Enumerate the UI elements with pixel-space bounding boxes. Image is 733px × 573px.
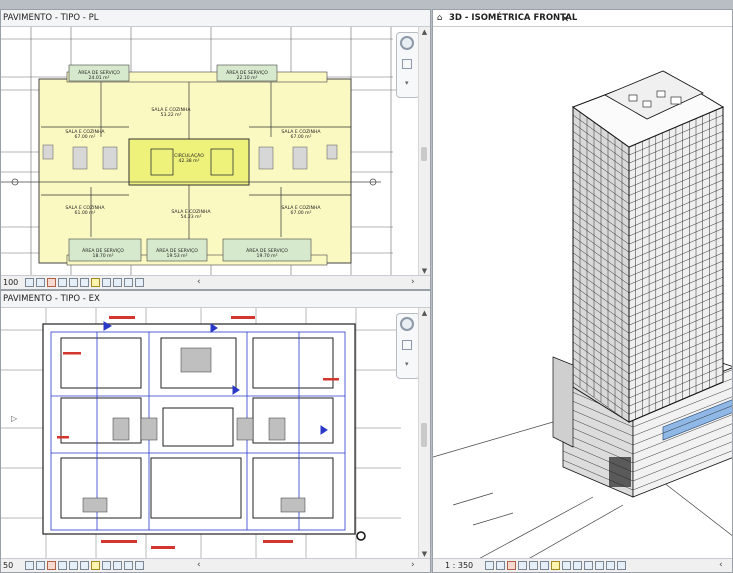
room-area-label: 61.00 m² [75,210,96,216]
room-area-label: 19.70 m² [257,253,278,259]
detail-level-icon[interactable] [25,278,34,287]
analytical-model-icon[interactable] [113,278,122,287]
view-tab[interactable]: PAVIMENTO - TIPO - EX [1,291,430,308]
crop-view-icon[interactable] [69,561,78,570]
scroll-up-icon[interactable]: ▲ [419,308,430,318]
scroll-right-icon[interactable]: › [411,559,415,572]
view-title: PAVIMENTO - TIPO - PL [3,13,99,23]
navigation-bar[interactable]: ▾ [396,32,420,98]
room-name-label: CIRCULAÇÃO [174,152,204,159]
visual-style-icon[interactable] [36,278,45,287]
executive-plan-drawing: ▷ [1,308,401,559]
view-pavimento-ex[interactable]: PAVIMENTO - TIPO - EX ▷ ▾ ▲ ▼ 50 ‹ › [0,290,431,573]
temporary-hide-icon[interactable] [91,278,100,287]
chevron-down-icon[interactable]: ▾ [405,360,409,368]
view-control-bar: 1 : 350 ‹ [433,558,732,572]
plan-canvas[interactable]: ▷ [1,308,418,559]
room-area-label: 53.22 m² [161,112,182,118]
steering-wheel-icon[interactable] [400,36,414,50]
constraints-icon[interactable] [135,561,144,570]
temporary-hide-icon[interactable] [91,561,100,570]
view-tab[interactable]: PAVIMENTO - TIPO - PL [1,10,430,27]
analytical-model-icon[interactable] [113,561,122,570]
view-control-icons [25,561,146,570]
highlight-displacement-icon[interactable] [124,561,133,570]
scroll-up-icon[interactable]: ▲ [419,27,430,37]
view-title: 3D - ISOMÉTRICA FRONTAL [449,13,578,23]
vertical-scrollbar[interactable]: ▲ ▼ [418,27,430,276]
shadows-icon[interactable] [518,561,527,570]
lock-view-icon[interactable] [573,561,582,570]
show-crop-icon[interactable] [80,278,89,287]
room-area-label: 54.23 m² [181,214,202,220]
crop-view-icon[interactable] [69,278,78,287]
room-area-label: 19.53 m² [167,253,188,259]
room-area-label: 67.00 m² [291,134,312,140]
svg-text:▷: ▷ [11,414,18,423]
detail-level-icon[interactable] [25,561,34,570]
sun-path-icon[interactable] [47,278,56,287]
view-scale[interactable]: 1 : 350 [445,559,473,572]
reveal-hidden-icon[interactable] [562,561,571,570]
view-scale[interactable]: 100 [3,276,18,289]
constraints-icon[interactable] [606,561,615,570]
visual-style-icon[interactable] [496,561,505,570]
navigation-bar[interactable]: ▾ [396,313,420,379]
scroll-thumb[interactable] [421,423,427,447]
view-control-bar: 50 ‹ › [1,558,430,572]
view-scale[interactable]: 50 [3,559,13,572]
room-name-label: ÁREA DE SERVIÇO [156,247,198,254]
highlight-displacement-icon[interactable] [595,561,604,570]
view-control-bar: 100 ‹ › [1,275,430,289]
shadows-icon[interactable] [58,278,67,287]
tower-3d-model [433,70,732,559]
view-pavimento-pl[interactable]: PAVIMENTO - TIPO - PL ÁREA DE SERVIÇO 24… [0,9,431,290]
render-icon[interactable] [617,561,626,570]
reveal-hidden-icon[interactable] [102,278,111,287]
steering-wheel-icon[interactable] [400,317,414,331]
scroll-right-icon[interactable]: › [411,276,415,289]
detail-level-icon[interactable] [485,561,494,570]
zoom-region-icon[interactable] [402,340,412,350]
plan-canvas[interactable]: ÁREA DE SERVIÇO 24.01 m² ÁREA DE SERVIÇO 22… [1,27,418,276]
room-area-label: 67.00 m² [291,210,312,216]
floor-plan-drawing: ÁREA DE SERVIÇO24.01 m²ÁREA DE SERVIÇO22… [1,27,401,276]
room-area-label: 22.10 m² [237,75,258,81]
room-name-label: ÁREA DE SERVIÇO [226,69,268,76]
sun-path-icon[interactable] [507,561,516,570]
view-control-icons [25,278,146,287]
scroll-thumb[interactable] [421,147,427,161]
scroll-left-icon[interactable]: ‹ [197,559,201,572]
reveal-hidden-icon[interactable] [102,561,111,570]
view-3d-isometric[interactable]: ⌂ 3D - ISOMÉTRICA FRONTAL ✕ 1: 350 ‹ [432,9,733,573]
show-crop-icon[interactable] [80,561,89,570]
zoom-region-icon[interactable] [402,59,412,69]
room-name-label: ÁREA DE SERVIÇO [246,247,288,254]
room-area-label: 18.70 m² [93,253,114,259]
close-icon[interactable]: ✕ [561,12,569,28]
scroll-left-icon[interactable]: ‹ [719,559,723,572]
visual-style-icon[interactable] [36,561,45,570]
sun-path-icon[interactable] [47,561,56,570]
constraints-icon[interactable] [135,278,144,287]
temporary-hide-icon[interactable] [551,561,560,570]
show-crop-icon[interactable] [540,561,549,570]
view-tab[interactable]: ⌂ 3D - ISOMÉTRICA FRONTAL ✕ [433,10,732,27]
room-area-label: 67.00 m² [75,134,96,140]
vertical-scrollbar[interactable]: ▲ ▼ [418,308,430,559]
chevron-down-icon[interactable]: ▾ [405,79,409,87]
3d-canvas[interactable] [433,27,732,559]
view-title: PAVIMENTO - TIPO - EX [3,294,100,304]
scroll-left-icon[interactable]: ‹ [197,276,201,289]
crop-view-icon[interactable] [529,561,538,570]
room-name-label: ÁREA DE SERVIÇO [78,69,120,76]
analytical-model-icon[interactable] [584,561,593,570]
shadows-icon[interactable] [58,561,67,570]
room-area-label: 24.01 m² [89,75,110,81]
view-3d-icon: ⌂ [437,13,443,23]
room-area-label: 42.38 m² [179,158,200,164]
highlight-displacement-icon[interactable] [124,278,133,287]
view-control-icons [485,561,628,570]
room-name-label: ÁREA DE SERVIÇO [82,247,124,254]
